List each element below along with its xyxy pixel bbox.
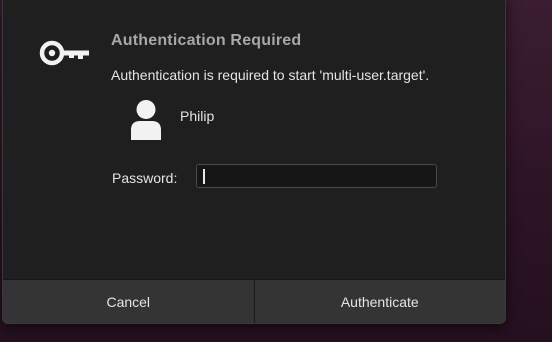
dialog-button-bar: Cancel Authenticate (3, 279, 505, 323)
auth-dialog: Authentication Required Authentication i… (2, 0, 506, 324)
key-icon (39, 40, 89, 66)
dialog-title: Authentication Required (111, 32, 302, 49)
dialog-message: Authentication is required to start 'mul… (111, 67, 430, 83)
text-caret (203, 168, 205, 184)
user-identity: Philip (129, 99, 214, 141)
user-name: Philip (180, 108, 215, 124)
cancel-button[interactable]: Cancel (3, 280, 255, 323)
user-avatar-icon (131, 100, 161, 140)
password-input[interactable] (196, 164, 437, 188)
password-label: Password: (112, 170, 178, 186)
authenticate-button[interactable]: Authenticate (254, 280, 505, 323)
